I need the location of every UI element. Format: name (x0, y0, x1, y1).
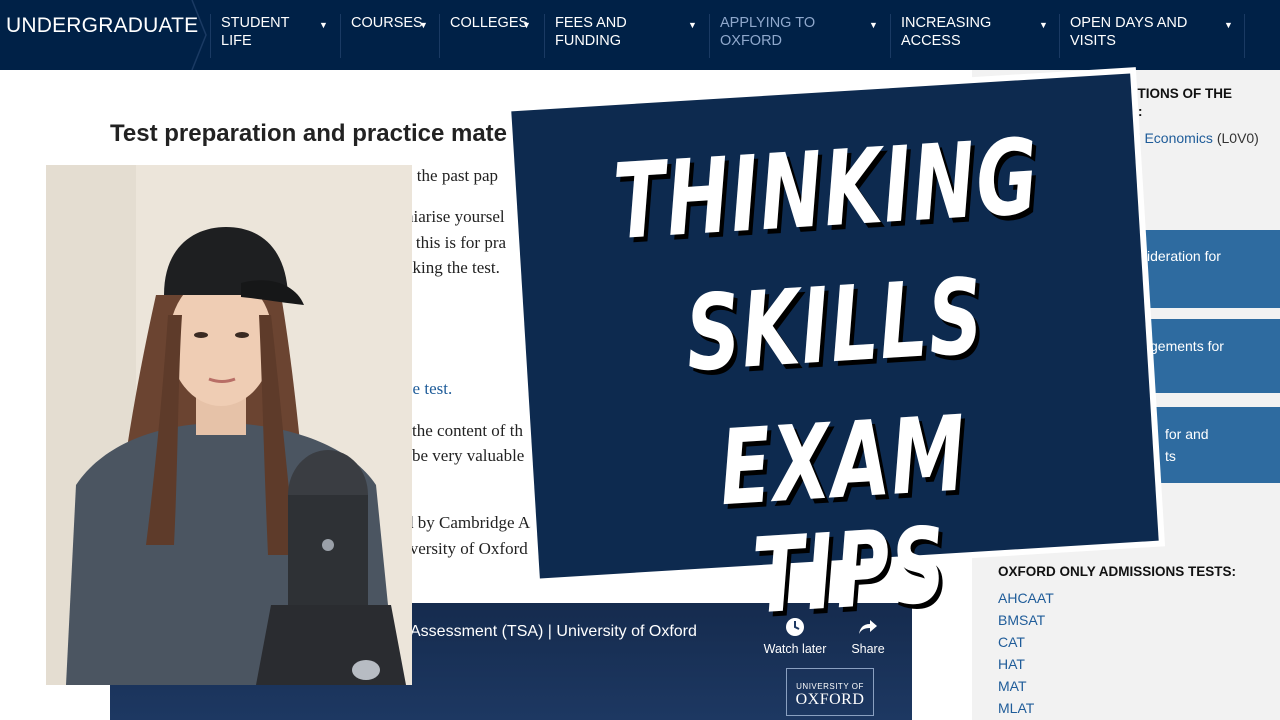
banner-line-thinking: THINKING (610, 115, 1043, 264)
practice-test-link[interactable]: ce test. (405, 379, 452, 399)
presenter-illustration (46, 165, 412, 685)
page-heading: Test preparation and practice materials (110, 120, 557, 147)
body-text-line: aking the test. (405, 258, 500, 277)
caret-down-icon: ▼ (1224, 20, 1233, 30)
caret-down-icon: ▼ (688, 20, 697, 30)
caret-down-icon: ▼ (319, 20, 328, 30)
body-text-line: the content of th (412, 421, 523, 440)
banner-line-exam-tips: EXAM TIPS (716, 392, 971, 638)
body-text-line: s this is for pra (405, 233, 507, 252)
oxford-logo: UNIVERSITY OF OXFORD (786, 668, 874, 716)
body-text-line: be very valuable (412, 446, 525, 465)
test-link-cat[interactable]: CAT (998, 634, 1025, 650)
chevron-divider-icon (191, 0, 207, 70)
caret-down-icon: ▼ (869, 20, 878, 30)
test-link-mlat[interactable]: MLAT (998, 700, 1034, 716)
test-link-mat[interactable]: MAT (998, 678, 1027, 694)
brand-undergraduate[interactable]: UNDERGRADUATE (6, 14, 198, 38)
nav-item-increasing-access[interactable]: INCREASING ACCESS ▼ (890, 14, 1060, 58)
course-link[interactable]: nd Economics (L0V0) (1125, 130, 1259, 146)
nav-item-colleges[interactable]: COLLEGES ▼ (439, 14, 544, 58)
body-text-line: d by Cambridge As (405, 513, 537, 532)
top-nav: UNDERGRADUATE STUDENT LIFE ▼ COURSES ▼ C… (0, 0, 1280, 70)
nav-item-student-life[interactable]: STUDENT LIFE ▼ (210, 14, 340, 58)
caret-down-icon: ▼ (1039, 20, 1048, 30)
nav-item-applying-to-oxford[interactable]: APPLYING TO OXFORD ▼ (709, 14, 890, 58)
nav-item-fees-and-funding[interactable]: FEES AND FUNDING ▼ (544, 14, 709, 58)
banner-line-skills: SKILLS (682, 255, 988, 395)
nav-item-open-days-and-visits[interactable]: OPEN DAYS AND VISITS ▼ (1059, 14, 1245, 58)
body-text-line: e the past pap (405, 166, 498, 185)
banner-panel: THINKING SKILLS EXAM TIPS (511, 73, 1159, 637)
caret-down-icon: ▼ (419, 20, 428, 30)
test-link-hat[interactable]: HAT (998, 656, 1025, 672)
body-text-line: iversity of Oxford (405, 539, 528, 558)
presenter-photo (46, 165, 412, 685)
title-banner: THINKING SKILLS EXAM TIPS (504, 67, 1166, 637)
body-text-line: niarise yoursel (405, 207, 505, 226)
nav-item-courses[interactable]: COURSES ▼ (340, 14, 440, 58)
caret-down-icon: ▼ (522, 20, 531, 30)
